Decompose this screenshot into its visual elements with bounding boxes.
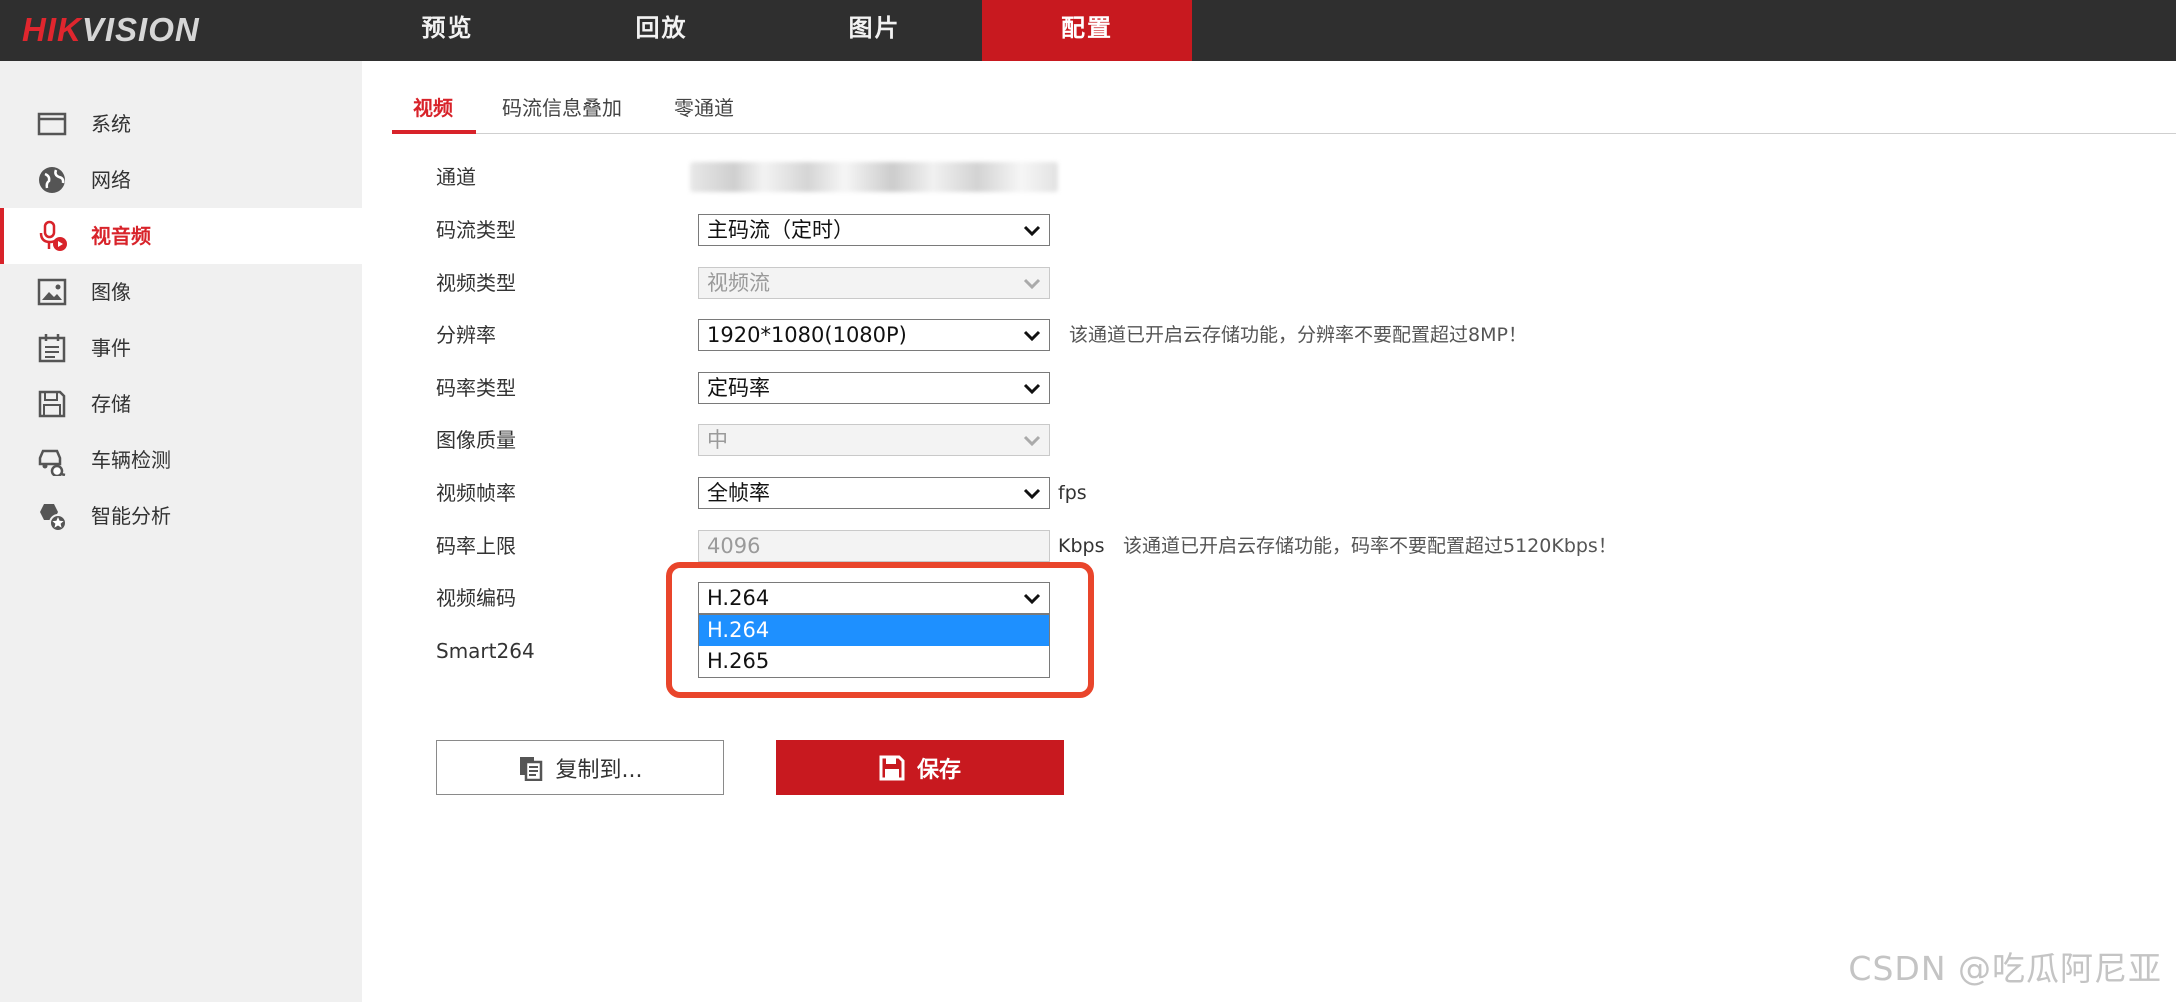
microphone-icon [39, 220, 67, 251]
copy-to-button[interactable]: 复制到... [436, 740, 724, 795]
sidebar: 系统 网络 视音频 图像 事件 存储 车辆检测 智能分析 [0, 61, 362, 1002]
max-bitrate-unit: Kbps [1058, 535, 1105, 557]
image-icon [37, 278, 67, 306]
tab-stream-overlay[interactable]: 码流信息叠加 [502, 92, 622, 132]
bitrate-type-value: 定码率 [707, 376, 770, 400]
image-quality-value: 中 [707, 428, 728, 452]
save-label: 保存 [916, 757, 961, 783]
sidebar-item-label: 图像 [91, 280, 131, 304]
smart-analysis-icon [40, 504, 67, 532]
sidebar-item-audio-video[interactable]: 视音频 [0, 208, 362, 264]
logo-text-red: HIK [22, 11, 82, 48]
channel-value-redacted [690, 162, 1058, 192]
nav-picture[interactable]: 图片 [797, 0, 952, 61]
max-bitrate-hint: 该通道已开启云存储功能，码率不要配置超过5120Kbps！ [1123, 535, 1617, 557]
frame-rate-unit: fps [1058, 482, 1087, 504]
sidebar-item-label: 视音频 [91, 224, 151, 248]
save-button[interactable]: 保存 [776, 740, 1064, 795]
resolution-select[interactable]: 1920*1080(1080P) [698, 319, 1050, 351]
logo-text-grey: VISION [81, 11, 200, 48]
chevron-down-icon [1023, 435, 1041, 447]
annotation-highlight-box [666, 562, 1094, 698]
sidebar-item-vehicle-detection[interactable]: 车辆检测 [0, 432, 362, 488]
sidebar-item-storage[interactable]: 存储 [0, 376, 362, 432]
sidebar-item-image[interactable]: 图像 [0, 264, 362, 320]
image-quality-select: 中 [698, 424, 1050, 456]
frame-rate-label: 视频帧率 [436, 481, 516, 505]
image-quality-label: 图像质量 [436, 428, 516, 452]
nav-configuration[interactable]: 配置 [982, 0, 1192, 61]
resolution-value: 1920*1080(1080P) [707, 323, 907, 347]
sidebar-item-label: 事件 [91, 336, 131, 360]
stream-type-value: 主码流（定时） [707, 218, 854, 242]
save-icon [879, 755, 905, 780]
tab-video[interactable]: 视频 [413, 92, 453, 132]
frame-rate-select[interactable]: 全帧率 [698, 477, 1050, 509]
sidebar-item-system[interactable]: 系统 [0, 96, 362, 152]
video-type-value: 视频流 [707, 271, 770, 295]
active-tab-indicator [392, 130, 476, 134]
vehicle-detect-icon [38, 449, 66, 476]
copy-to-label: 复制到... [555, 757, 643, 783]
floppy-icon [38, 390, 66, 418]
max-bitrate-label: 码率上限 [436, 534, 516, 558]
sidebar-item-network[interactable]: 网络 [0, 152, 362, 208]
sidebar-item-event[interactable]: 事件 [0, 320, 362, 376]
calendar-icon [38, 334, 66, 363]
csdn-watermark: CSDN @吃瓜阿尼亚 [1848, 949, 2162, 988]
video-encoding-label: 视频编码 [436, 586, 516, 610]
stream-type-select[interactable]: 主码流（定时） [698, 214, 1050, 246]
resolution-hint: 该通道已开启云存储功能，分辨率不要配置超过8MP！ [1069, 324, 1527, 346]
bitrate-type-label: 码率类型 [436, 376, 516, 400]
nav-preview[interactable]: 预览 [370, 0, 525, 61]
bitrate-type-select[interactable]: 定码率 [698, 372, 1050, 404]
tab-zero-channel[interactable]: 零通道 [674, 92, 734, 132]
sidebar-item-label: 存储 [91, 392, 131, 416]
monitor-icon [37, 112, 67, 136]
nav-playback[interactable]: 回放 [584, 0, 739, 61]
globe-icon [39, 167, 65, 193]
sidebar-item-label: 智能分析 [91, 504, 171, 528]
channel-label: 通道 [436, 165, 476, 189]
video-type-label: 视频类型 [436, 271, 516, 295]
top-nav-bar: HIKVISION 预览 回放 图片 配置 [0, 0, 2176, 61]
chevron-down-icon [1023, 383, 1041, 395]
video-type-select: 视频流 [698, 267, 1050, 299]
chevron-down-icon [1023, 330, 1041, 342]
sidebar-item-label: 系统 [91, 112, 131, 136]
copy-icon [519, 756, 542, 781]
stream-type-label: 码流类型 [436, 218, 516, 242]
sidebar-item-label: 网络 [91, 168, 131, 192]
smart264-label: Smart264 [436, 639, 535, 663]
resolution-label: 分辨率 [436, 323, 496, 347]
hikvision-logo: HIKVISION [22, 8, 200, 52]
chevron-down-icon [1023, 488, 1041, 500]
max-bitrate-input[interactable] [698, 530, 1050, 562]
sidebar-item-label: 车辆检测 [91, 448, 171, 472]
chevron-down-icon [1023, 225, 1041, 237]
chevron-down-icon [1023, 278, 1041, 290]
sidebar-item-smart-analysis[interactable]: 智能分析 [0, 488, 362, 544]
frame-rate-value: 全帧率 [707, 481, 770, 505]
tab-divider [392, 133, 2176, 134]
